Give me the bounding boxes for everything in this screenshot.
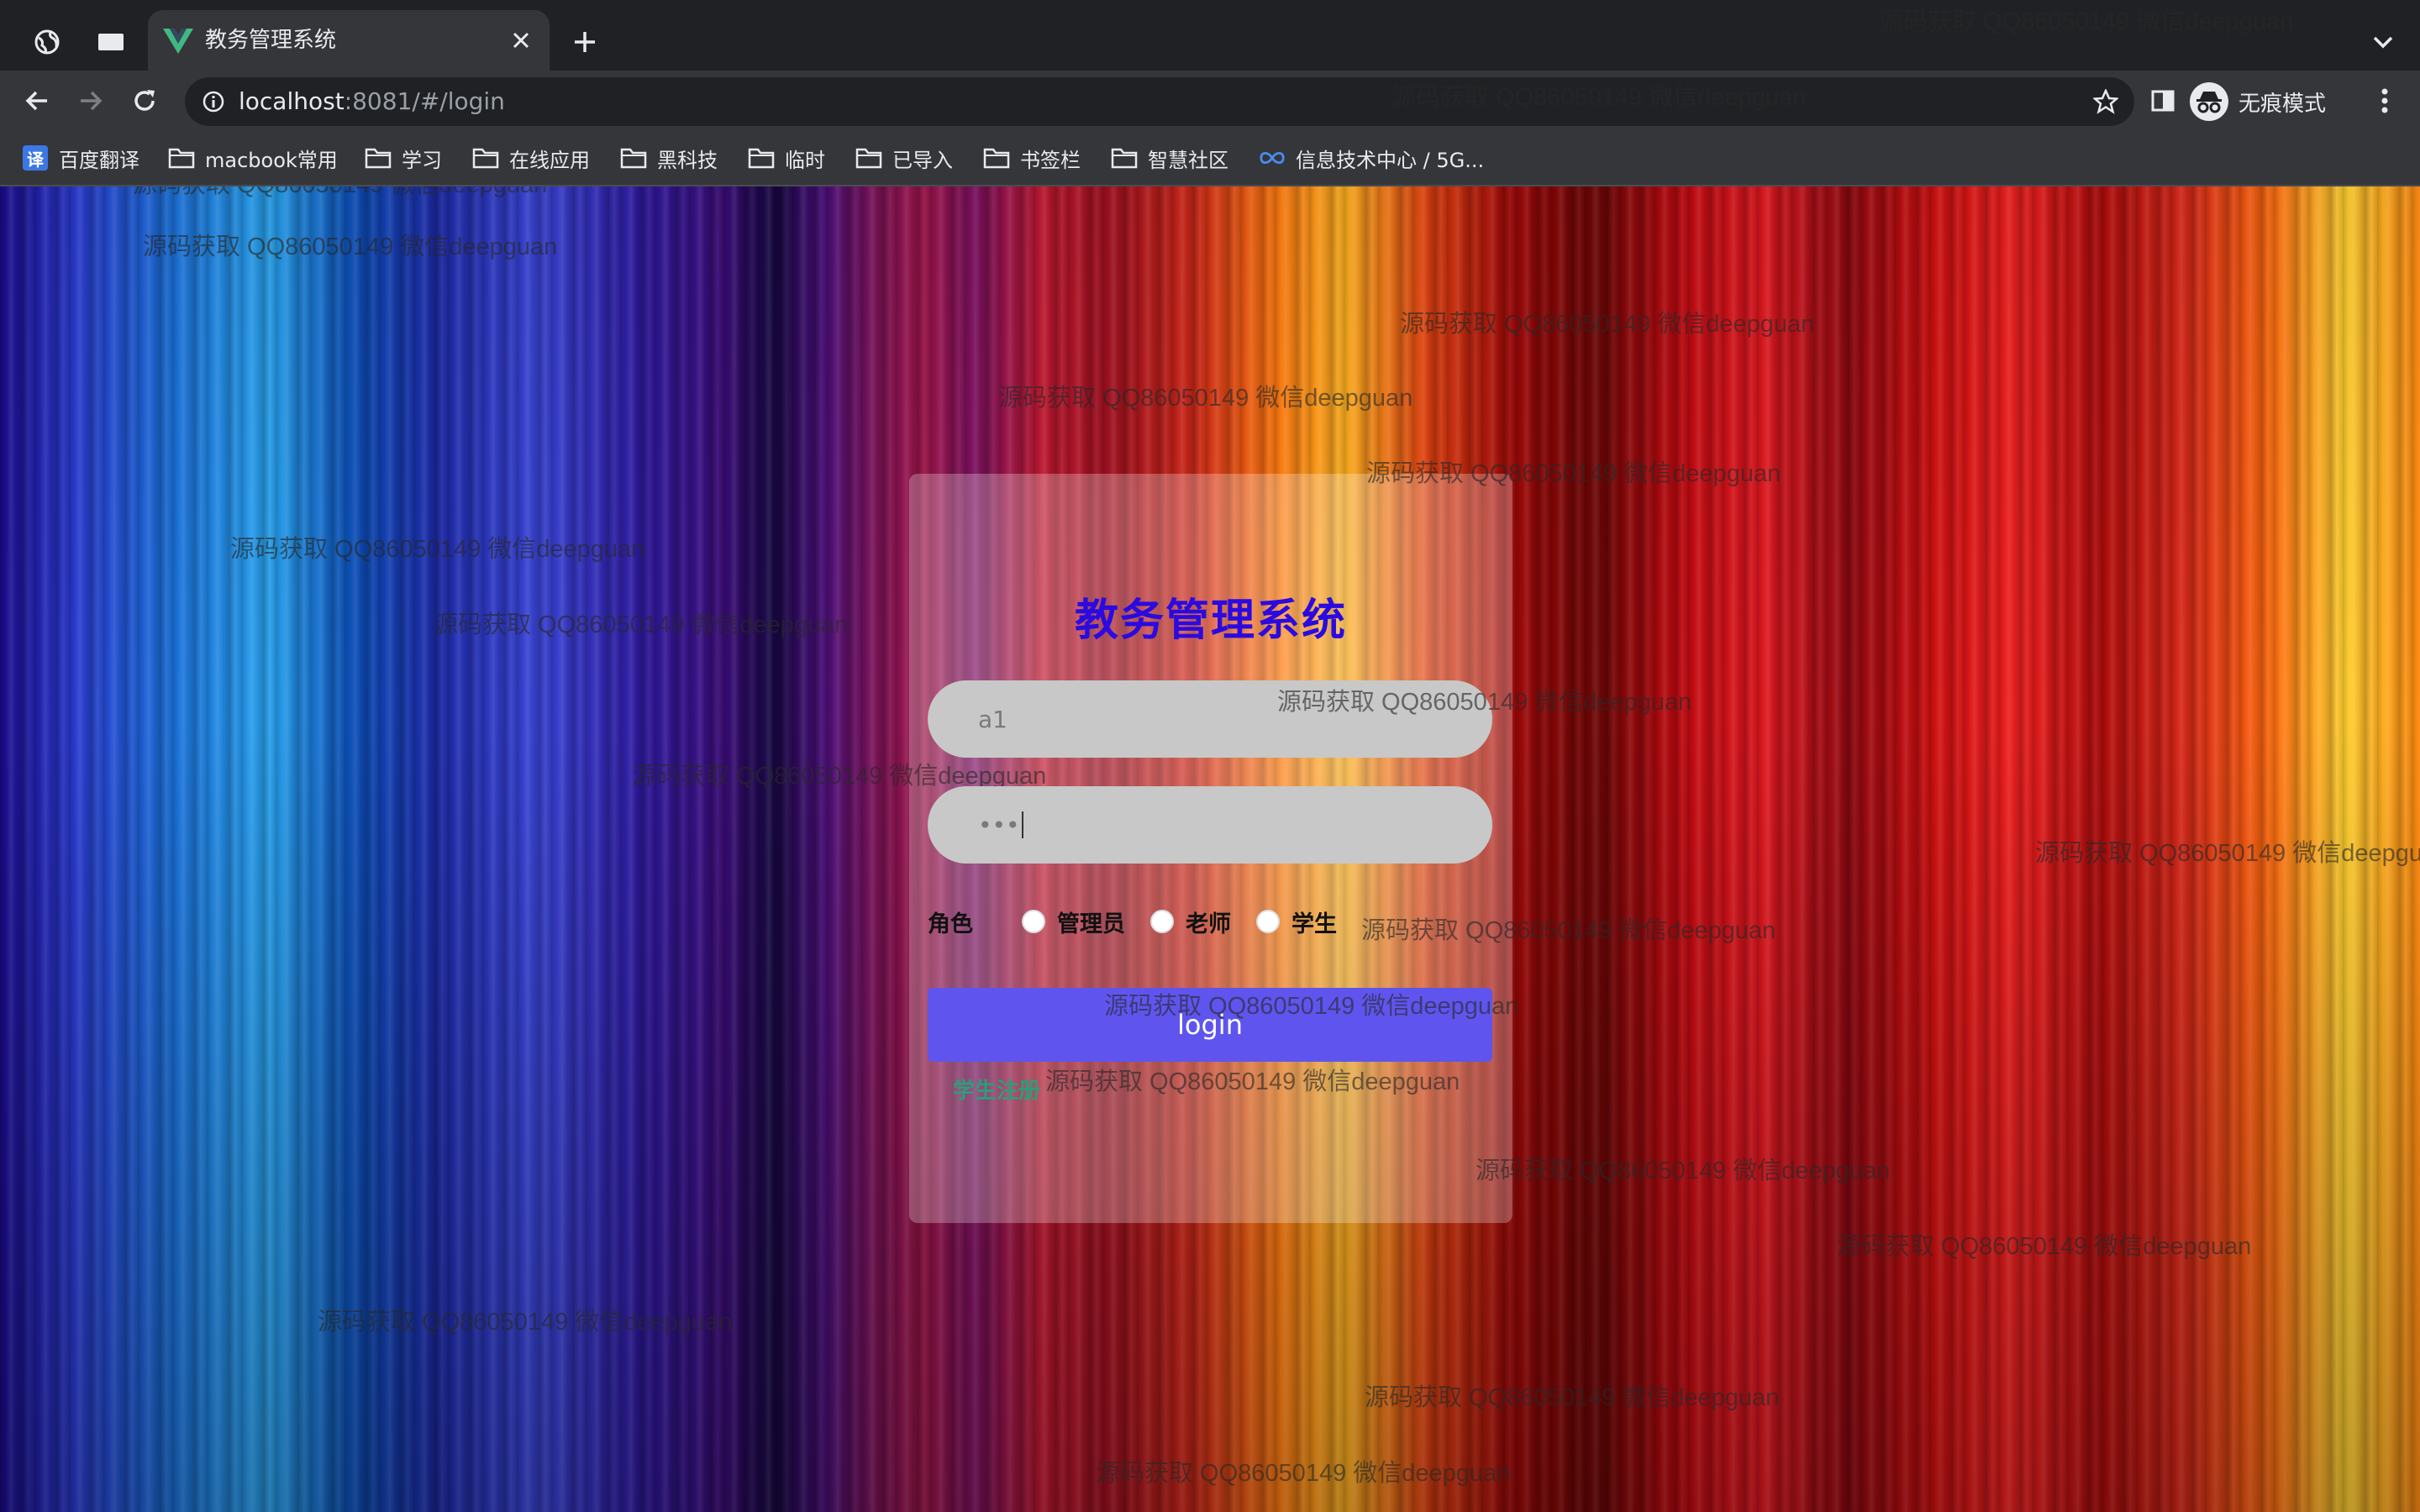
bookmark-folder[interactable]: 书签栏 bbox=[983, 143, 1081, 173]
back-arrow-icon[interactable] bbox=[18, 82, 55, 119]
bookmark-label: 在线应用 bbox=[509, 148, 590, 172]
bookmark-folder[interactable]: 智慧社区 bbox=[1111, 143, 1228, 173]
watermark: 源码获取 QQ86050149 微信deepguan bbox=[1400, 311, 1815, 338]
watermark: 源码获取 QQ86050149 微信deepguan bbox=[1837, 1233, 2252, 1260]
folder-icon bbox=[620, 145, 647, 171]
password-value: ••• bbox=[978, 811, 1020, 839]
browser-toolbar: localhost:8081/#/login 无痕模式 bbox=[0, 71, 2420, 131]
bookmark-label: 临时 bbox=[785, 148, 825, 172]
watermark: 源码获取 QQ86050149 微信deepguan bbox=[133, 186, 547, 200]
folder-icon bbox=[748, 145, 775, 171]
watermark: 源码获取 QQ86050149 微信deepguan bbox=[2035, 840, 2420, 867]
new-tab-button[interactable] bbox=[566, 20, 603, 64]
url-path: :8081/#/login bbox=[344, 87, 505, 115]
watermark: 源码获取 QQ86050149 微信deepguan bbox=[998, 385, 1413, 412]
bookmark-label: 百度翻译 bbox=[59, 148, 139, 172]
forward-arrow-icon[interactable] bbox=[72, 82, 109, 119]
bookmark-label: 信息技术中心 / 5G... bbox=[1296, 148, 1485, 172]
vue-logo-icon bbox=[163, 27, 193, 54]
role-option-label: 管理员 bbox=[1057, 911, 1125, 937]
watermark: 源码获取 QQ86050149 微信deepguan bbox=[1096, 1460, 1511, 1487]
info-icon[interactable] bbox=[197, 85, 230, 118]
folder-icon bbox=[855, 145, 882, 171]
bookmark-folder[interactable]: 学习 bbox=[365, 143, 442, 173]
bookmark-folder[interactable]: macbook常用 bbox=[168, 143, 338, 173]
bookmark-item[interactable]: 信息技术中心 / 5G... bbox=[1259, 143, 1484, 173]
role-option-teacher[interactable]: 老师 bbox=[1150, 906, 1231, 938]
bookmark-label: macbook常用 bbox=[205, 148, 338, 172]
watermark: 源码获取 QQ86050149 微信deepguan bbox=[434, 612, 849, 638]
bookmark-folder[interactable]: 在线应用 bbox=[472, 143, 590, 173]
role-option-student[interactable]: 学生 bbox=[1256, 906, 1337, 938]
radio-button[interactable] bbox=[1022, 910, 1045, 933]
more-menu-icon[interactable] bbox=[2366, 82, 2403, 119]
watermark: 源码获取 QQ86050149 微信deepguan bbox=[318, 1309, 733, 1336]
role-label: 角色 bbox=[928, 911, 973, 937]
username-value: a1 bbox=[978, 705, 1007, 733]
watermark: 源码获取 QQ86050149 微信deepguan bbox=[1104, 993, 1519, 1020]
chevron-down-icon[interactable] bbox=[2361, 20, 2405, 64]
folder-icon bbox=[983, 145, 1010, 171]
incognito-icon bbox=[2190, 82, 2228, 121]
student-register-link[interactable]: 学生注册 bbox=[953, 1074, 1040, 1105]
url-host: localhost bbox=[239, 87, 345, 115]
reload-icon[interactable] bbox=[126, 82, 163, 119]
watermark: 源码获取 QQ86050149 微信deepguan bbox=[1476, 1158, 1891, 1184]
globe-icon[interactable] bbox=[25, 20, 69, 64]
bookmark-star-icon[interactable] bbox=[2089, 85, 2123, 118]
watermark: 源码获取 QQ86050149 微信deepguan bbox=[1365, 1384, 1780, 1411]
bookmark-label: 书签栏 bbox=[1020, 148, 1081, 172]
folder-icon bbox=[472, 145, 499, 171]
bookmark-item[interactable]: 译 百度翻译 bbox=[22, 143, 139, 173]
address-bar[interactable]: localhost:8081/#/login bbox=[185, 77, 2134, 126]
role-option-label: 老师 bbox=[1186, 911, 1231, 937]
bookmark-label: 已导入 bbox=[892, 148, 953, 172]
watermark: 源码获取 QQ86050149 微信deepguan bbox=[1879, 8, 2294, 35]
browser-tab-active[interactable]: 教务管理系统 bbox=[148, 10, 550, 71]
tab-overview-icon[interactable] bbox=[89, 20, 133, 64]
watermark: 源码获取 QQ86050149 微信deepguan bbox=[1366, 460, 1781, 487]
folder-icon bbox=[168, 145, 195, 171]
radio-button[interactable] bbox=[1150, 910, 1174, 933]
watermark: 源码获取 QQ86050149 微信deepguan bbox=[1045, 1068, 1460, 1095]
translate-icon: 译 bbox=[22, 145, 49, 171]
role-option-label: 学生 bbox=[1292, 911, 1337, 937]
bookmark-label: 黑科技 bbox=[657, 148, 718, 172]
watermark: 源码获取 QQ86050149 微信deepguan bbox=[143, 234, 558, 260]
password-input[interactable]: ••• bbox=[928, 786, 1492, 864]
close-icon[interactable] bbox=[504, 24, 538, 57]
incognito-label: 无痕模式 bbox=[2238, 91, 2327, 117]
watermark: 源码获取 QQ86050149 微信deepguan bbox=[1361, 917, 1776, 944]
side-panel-icon[interactable] bbox=[2144, 82, 2181, 119]
page-title: 教务管理系统 bbox=[1074, 596, 1347, 646]
bookmark-label: 智慧社区 bbox=[1148, 148, 1228, 172]
url-text: localhost:8081/#/login bbox=[239, 87, 505, 116]
text-caret bbox=[1021, 811, 1023, 838]
folder-icon bbox=[365, 145, 392, 171]
watermark: 源码获取 QQ86050149 微信deepguan bbox=[1392, 84, 1807, 111]
role-option-admin[interactable]: 管理员 bbox=[1022, 906, 1125, 938]
bookmark-folder[interactable]: 已导入 bbox=[855, 143, 953, 173]
infinity-icon bbox=[1259, 145, 1286, 171]
radio-button[interactable] bbox=[1256, 910, 1280, 933]
watermark: 源码获取 QQ86050149 微信deepguan bbox=[1277, 689, 1692, 716]
bookmarks-bar: 译 百度翻译 macbook常用 学习 在线应用 黑科技 临时 已导入 书签栏 … bbox=[0, 131, 2420, 186]
tab-title: 教务管理系统 bbox=[205, 28, 337, 53]
bookmark-folder[interactable]: 临时 bbox=[748, 143, 825, 173]
bookmark-label: 学习 bbox=[402, 148, 442, 172]
folder-icon bbox=[1111, 145, 1138, 171]
incognito-indicator[interactable]: 无痕模式 bbox=[2190, 77, 2349, 126]
bookmark-folder[interactable]: 黑科技 bbox=[620, 143, 718, 173]
watermark: 源码获取 QQ86050149 微信deepguan bbox=[230, 536, 645, 563]
